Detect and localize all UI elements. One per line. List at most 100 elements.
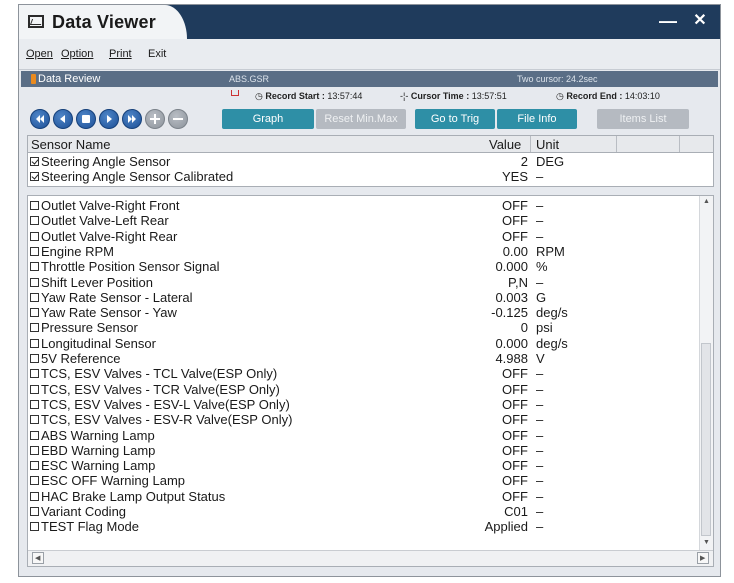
sensor-checkbox[interactable] bbox=[30, 369, 39, 379]
column-sensor-name[interactable]: Sensor Name bbox=[31, 137, 110, 152]
table-row[interactable]: Outlet Valve-Right Front OFF – bbox=[28, 198, 713, 213]
table-row[interactable]: Variant Coding C01– bbox=[28, 504, 713, 519]
scroll-right-button[interactable]: ▶ bbox=[697, 552, 709, 564]
close-button[interactable]: ✕ bbox=[691, 10, 709, 30]
table-row[interactable]: Steering Angle Sensor Calibrated YES – bbox=[28, 169, 713, 184]
go-to-trig-button[interactable]: Go to Trig bbox=[415, 109, 495, 129]
play-icon bbox=[107, 115, 112, 123]
table-row[interactable]: Steering Angle Sensor 2 DEG bbox=[28, 154, 713, 169]
table-row[interactable]: Shift Lever Position P,N – bbox=[28, 275, 713, 290]
sensor-name: TCS, ESV Valves - ESV-R Valve(ESP Only) bbox=[41, 412, 293, 428]
table-row[interactable]: EBD Warning Lamp OFF – bbox=[28, 443, 713, 458]
sensor-checkbox[interactable] bbox=[30, 246, 39, 256]
skip-back-button[interactable] bbox=[30, 109, 50, 129]
remove-button[interactable] bbox=[168, 109, 188, 129]
table-row[interactable]: Yaw Rate Sensor - Lateral 0.003 G bbox=[28, 290, 713, 305]
add-icon bbox=[150, 114, 160, 124]
sensor-checkbox[interactable] bbox=[30, 507, 39, 516]
sensor-value: OFF bbox=[502, 366, 528, 382]
sensor-checkbox[interactable] bbox=[30, 231, 39, 241]
sensor-value: 0.000 bbox=[495, 259, 528, 275]
column-value[interactable]: Value bbox=[489, 137, 521, 152]
table-row[interactable]: ABS Warning Lamp OFF – bbox=[28, 428, 713, 443]
sensor-name: Engine RPM bbox=[41, 243, 114, 259]
sensor-checkbox[interactable] bbox=[30, 323, 39, 333]
sensor-checkbox[interactable] bbox=[30, 308, 39, 318]
sensor-checkbox[interactable] bbox=[30, 491, 39, 501]
sensor-checkbox[interactable] bbox=[30, 216, 39, 226]
cursor-time-label: Cursor Time : bbox=[410, 91, 470, 101]
table-row[interactable]: Yaw Rate Sensor - Yaw -0.125 deg/s bbox=[28, 305, 713, 320]
table-row[interactable]: TCS, ESV Valves - ESV-L Valve(ESP Only) O… bbox=[28, 397, 713, 412]
add-button[interactable] bbox=[145, 109, 165, 129]
sensor-checkbox[interactable] bbox=[30, 354, 39, 363]
table-row[interactable]: TCS, ESV Valves - ESV-R Valve(ESP Only) O… bbox=[28, 412, 713, 427]
sensor-unit: – bbox=[536, 396, 544, 412]
sensor-checkbox[interactable] bbox=[30, 292, 39, 302]
sensor-name: Longitudinal Sensor bbox=[41, 335, 156, 351]
sensor-checkbox[interactable] bbox=[30, 172, 39, 181]
sensor-checkbox[interactable] bbox=[30, 461, 39, 471]
sensor-checkbox[interactable] bbox=[30, 384, 39, 394]
file-info-button[interactable]: File Info bbox=[497, 109, 577, 129]
sensor-checkbox[interactable] bbox=[30, 399, 39, 409]
sensor-unit: – bbox=[536, 427, 544, 443]
items-list-button[interactable]: Items List bbox=[597, 109, 689, 129]
table-row[interactable]: ESC Warning Lamp OFF – bbox=[28, 458, 713, 473]
sensor-unit: deg/s bbox=[536, 305, 568, 321]
scroll-up-icon[interactable]: ▲ bbox=[703, 198, 710, 205]
table-row[interactable]: Outlet Valve-Right Rear OFF – bbox=[28, 229, 713, 244]
fast-forward-button[interactable] bbox=[122, 109, 142, 129]
record-start-label: Record Start : bbox=[265, 91, 325, 101]
vertical-scroll-thumb[interactable] bbox=[701, 343, 711, 536]
table-row[interactable]: Throttle Position Sensor Signal 0.000% bbox=[28, 259, 713, 274]
sensor-checkbox[interactable] bbox=[30, 522, 39, 532]
sensor-name: Throttle Position Sensor Signal bbox=[41, 259, 220, 275]
sensor-name-cell: TCS, ESV Valves - TCR Valve(ESP Only) bbox=[28, 382, 280, 397]
sensor-name: Yaw Rate Sensor - Lateral bbox=[41, 289, 193, 305]
title-bar[interactable]: Data Viewer — ✕ bbox=[19, 5, 720, 39]
sensor-checkbox[interactable] bbox=[30, 338, 39, 348]
scroll-left-button[interactable]: ◀ bbox=[32, 552, 44, 564]
stop-button[interactable] bbox=[76, 109, 96, 129]
sensor-checkbox[interactable] bbox=[30, 445, 39, 455]
horizontal-scrollbar[interactable] bbox=[28, 550, 713, 566]
sensor-value: 0.000 bbox=[495, 335, 528, 351]
column-unit[interactable]: Unit bbox=[536, 137, 559, 152]
sensor-checkbox[interactable] bbox=[30, 157, 39, 166]
sensor-name-cell: Engine RPM bbox=[28, 244, 114, 259]
menu-option[interactable]: Option bbox=[61, 48, 93, 60]
menu-print[interactable]: Print bbox=[109, 48, 132, 60]
sensor-value: OFF bbox=[502, 488, 528, 504]
table-row[interactable]: TCS, ESV Valves - TCR Valve(ESP Only) OFF… bbox=[28, 382, 713, 397]
sensor-checkbox[interactable] bbox=[30, 415, 39, 425]
sensor-checkbox[interactable] bbox=[30, 262, 39, 272]
sensor-checkbox[interactable] bbox=[30, 201, 39, 210]
scroll-down-icon[interactable]: ▼ bbox=[703, 539, 710, 546]
menu-exit[interactable]: Exit bbox=[148, 48, 166, 60]
table-row[interactable]: 5V Reference 4.988 V bbox=[28, 351, 713, 366]
sensor-unit: DEG bbox=[536, 154, 565, 169]
reset-min-max-button[interactable]: Reset Min.Max bbox=[316, 109, 406, 129]
sensor-checkbox[interactable] bbox=[30, 430, 39, 440]
minimize-button[interactable]: — bbox=[659, 11, 677, 31]
table-row[interactable]: TEST Flag Mode Applied – bbox=[28, 519, 713, 534]
sensor-name: Variant Coding bbox=[41, 504, 127, 519]
table-row[interactable]: HAC Brake Lamp Output Status OFF – bbox=[28, 489, 713, 504]
table-row[interactable]: Engine RPM 0.00 RPM bbox=[28, 244, 713, 259]
sensor-unit: – bbox=[536, 381, 544, 397]
table-row[interactable]: Pressure Sensor 0 psi bbox=[28, 320, 713, 335]
sensor-checkbox[interactable] bbox=[30, 476, 39, 486]
table-row[interactable]: Longitudinal Sensor 0.000 deg/s bbox=[28, 336, 713, 351]
play-button[interactable] bbox=[99, 109, 119, 129]
menu-open[interactable]: Open bbox=[26, 48, 53, 60]
table-row[interactable]: TCS, ESV Valves - TCL Valve(ESP Only) OFF… bbox=[28, 366, 713, 381]
table-row[interactable]: ESC OFF Warning Lamp OFF – bbox=[28, 473, 713, 488]
table-row[interactable]: Outlet Valve-Left Rear OFF – bbox=[28, 213, 713, 228]
sensor-name-cell: Outlet Valve-Right Front bbox=[28, 198, 179, 213]
sensor-name-cell: Throttle Position Sensor Signal bbox=[28, 259, 219, 274]
step-back-button[interactable] bbox=[53, 109, 73, 129]
sensor-checkbox[interactable] bbox=[30, 277, 39, 287]
graph-button[interactable]: Graph bbox=[222, 109, 314, 129]
sensor-name: Shift Lever Position bbox=[41, 274, 154, 290]
